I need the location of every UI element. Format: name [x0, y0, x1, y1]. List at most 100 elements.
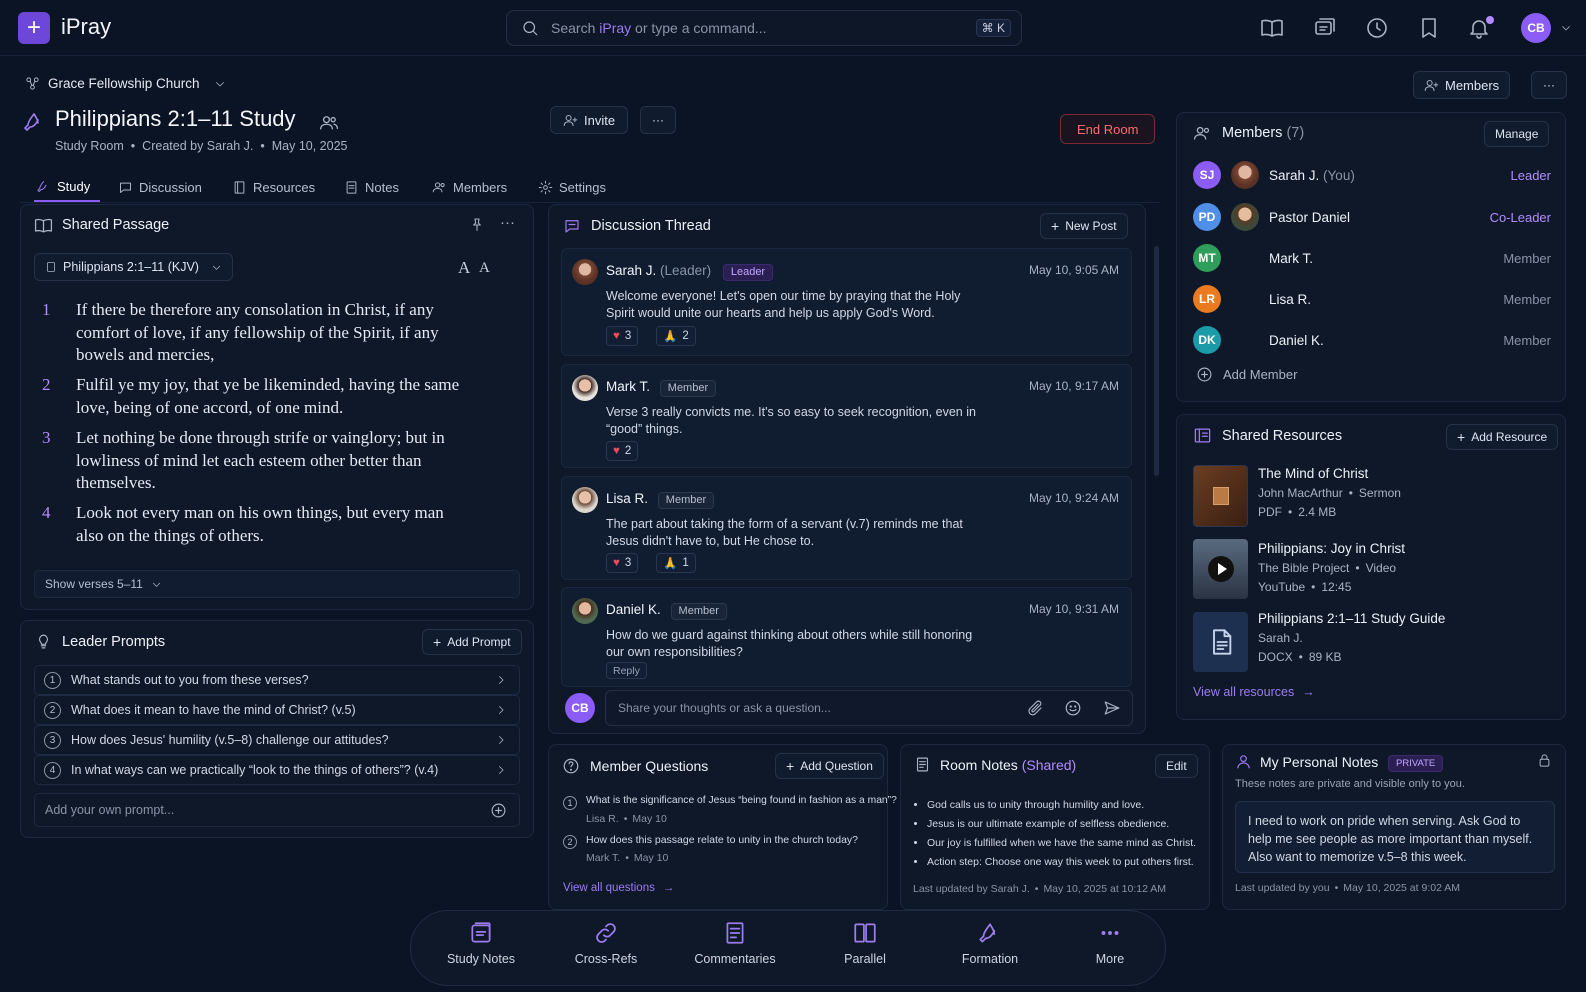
member-row[interactable]: LR Lisa R. Member [1193, 285, 1551, 315]
member-row[interactable]: DK Daniel K. Member [1193, 326, 1551, 356]
tab-study[interactable]: Study [34, 172, 100, 202]
emoji-icon[interactable] [1064, 699, 1082, 717]
role-tag: Member [659, 379, 717, 397]
people-icon [432, 181, 445, 192]
chevron-right-icon [499, 766, 504, 774]
plus-circle-icon[interactable] [490, 802, 507, 819]
invite-button[interactable]: Invite [550, 106, 629, 134]
resource-title[interactable]: Philippians 2:1–11 Study Guide [1258, 611, 1445, 626]
font-decrease-button[interactable]: A [458, 258, 470, 278]
participants-icon[interactable] [319, 113, 339, 133]
rooms-icon[interactable] [1313, 16, 1337, 40]
room-more-button[interactable]: ··· [640, 106, 676, 134]
pin-icon[interactable] [469, 217, 485, 233]
nav-study-notes[interactable]: Study Notes [426, 920, 536, 966]
user-avatar[interactable]: CB [1521, 13, 1551, 43]
tab-resources[interactable]: Resources [232, 172, 315, 202]
resource-title[interactable]: The Mind of Christ [1258, 466, 1368, 481]
add-question-button[interactable]: + Add Question [775, 753, 884, 779]
header-more-button[interactable]: ··· [1531, 71, 1567, 99]
heart-reaction[interactable]: ♥ 2 [606, 441, 639, 461]
avatar[interactable] [572, 259, 598, 285]
members-header-button[interactable]: Members [1413, 71, 1511, 99]
tab-notes[interactable]: Notes [344, 172, 399, 202]
avatar[interactable] [572, 487, 598, 513]
member-row[interactable]: MT Mark T. Member [1193, 244, 1551, 274]
reply-button[interactable]: Reply [606, 662, 647, 679]
end-room-button[interactable]: End Room [1060, 114, 1156, 144]
question-text[interactable]: What is the significance of Jesus “being… [586, 795, 897, 806]
open-book-icon [34, 218, 53, 233]
view-all-resources-link[interactable]: View all resources → [1193, 685, 1315, 699]
show-more-verses-button[interactable]: Show verses 5–11 [34, 570, 520, 598]
font-increase-button[interactable]: A [479, 260, 490, 277]
nav-parallel[interactable]: Parallel [810, 920, 920, 966]
edit-notes-button[interactable]: Edit [1155, 754, 1198, 778]
avatar[interactable] [572, 375, 598, 401]
member-row[interactable]: SJ Sarah J. (You) Leader [1193, 161, 1551, 191]
resource-thumbnail-book[interactable] [1193, 465, 1248, 527]
add-prompt-button[interactable]: + Add Prompt [422, 629, 522, 655]
resource-title[interactable]: Philippians: Joy in Christ [1258, 541, 1405, 556]
lightbulb-icon [39, 634, 48, 649]
search-bar[interactable]: Search iPray or type a command... ⌘ K [506, 10, 1022, 46]
add-member-button[interactable]: Add Member [1196, 366, 1297, 383]
manage-members-button[interactable]: Manage [1484, 121, 1550, 147]
new-post-button[interactable]: + New Post [1040, 213, 1128, 239]
nav-more[interactable]: More [1055, 920, 1165, 966]
search-placeholder[interactable]: Search iPray or type a command... [551, 20, 767, 36]
pray-reaction[interactable]: 🙏 2 [656, 326, 696, 346]
person-icon [1237, 755, 1250, 769]
tab-members[interactable]: Members [432, 172, 507, 202]
church-selector[interactable]: Grace Fellowship Church [25, 76, 226, 91]
pray-reaction[interactable]: 🙏 1 [656, 553, 696, 573]
nav-formation[interactable]: Formation [935, 920, 1045, 966]
personal-notes-textarea[interactable]: I need to work on pride when serving. As… [1235, 801, 1555, 873]
formation-icon [979, 923, 996, 943]
verse-1[interactable]: 1 If there be therefore any consolation i… [40, 299, 470, 367]
avatar[interactable] [572, 598, 598, 624]
view-all-questions-link[interactable]: View all questions → [563, 882, 674, 894]
question-text[interactable]: How does this passage relate to unity in… [586, 834, 858, 846]
top-bar: + iPray Search iPray or type a command..… [0, 0, 1586, 56]
nav-commentaries[interactable]: Commentaries [680, 920, 790, 966]
member-row[interactable]: PD Pastor Daniel Co-Leader [1193, 203, 1551, 233]
room-title: Philippians 2:1–11 Study [55, 106, 296, 131]
heart-reaction[interactable]: ♥ 3 [606, 553, 639, 573]
passage-more-button[interactable]: ··· [500, 214, 515, 231]
bible-icon[interactable] [1260, 16, 1284, 40]
verse-4[interactable]: 4 Look not every man on his own things, b… [40, 502, 470, 547]
heart-reaction[interactable]: ♥ 3 [606, 326, 639, 346]
resource-thumbnail-doc[interactable] [1193, 612, 1248, 672]
prompt-item[interactable]: 2 What does it mean to have the mind of C… [34, 695, 520, 725]
resource-file-info: YouTube • 12:45 [1258, 580, 1352, 594]
discussion-scrollbar[interactable] [1154, 246, 1159, 476]
tab-settings[interactable]: Settings [538, 172, 606, 202]
history-icon[interactable] [1365, 16, 1389, 40]
send-icon[interactable] [1103, 699, 1121, 717]
question-number: 1 [563, 796, 577, 810]
resource-thumbnail-video[interactable] [1193, 539, 1248, 599]
search-shortcut: ⌘ K [975, 19, 1011, 37]
member-role: Member [1503, 251, 1551, 266]
custom-prompt-input[interactable]: Add your own prompt... [34, 793, 520, 827]
verse-2[interactable]: 2 Fulfil ye my joy, that ye be likeminded… [40, 374, 470, 419]
post-author: Sarah J. [606, 263, 657, 278]
prompt-item[interactable]: 1 What stands out to you from these verse… [34, 665, 520, 695]
chevron-down-icon[interactable] [1560, 22, 1572, 34]
app-logo-icon[interactable]: + [18, 12, 50, 44]
prompt-item[interactable]: 4 In what ways can we practically “look t… [34, 755, 520, 785]
gear-icon [538, 180, 553, 194]
paperclip-icon[interactable] [1026, 699, 1044, 717]
tab-discussion[interactable]: Discussion [118, 172, 202, 202]
verse-3[interactable]: 3 Let nothing be done through strife or v… [40, 427, 470, 495]
nav-cross-refs[interactable]: Cross-Refs [551, 920, 661, 966]
bookmark-icon[interactable] [1417, 16, 1441, 40]
add-resource-button[interactable]: + Add Resource [1446, 424, 1559, 450]
play-icon[interactable] [1207, 556, 1234, 582]
composer-input[interactable]: Share your thoughts or ask a question... [605, 690, 1133, 726]
version-select[interactable]: Philippians 2:1–11 (KJV) [34, 253, 233, 281]
prompt-item[interactable]: 3 How does Jesus' humility (v.5–8) challe… [34, 725, 520, 755]
post-author: Mark T. [606, 379, 651, 394]
questions-title: Member Questions [590, 758, 709, 774]
